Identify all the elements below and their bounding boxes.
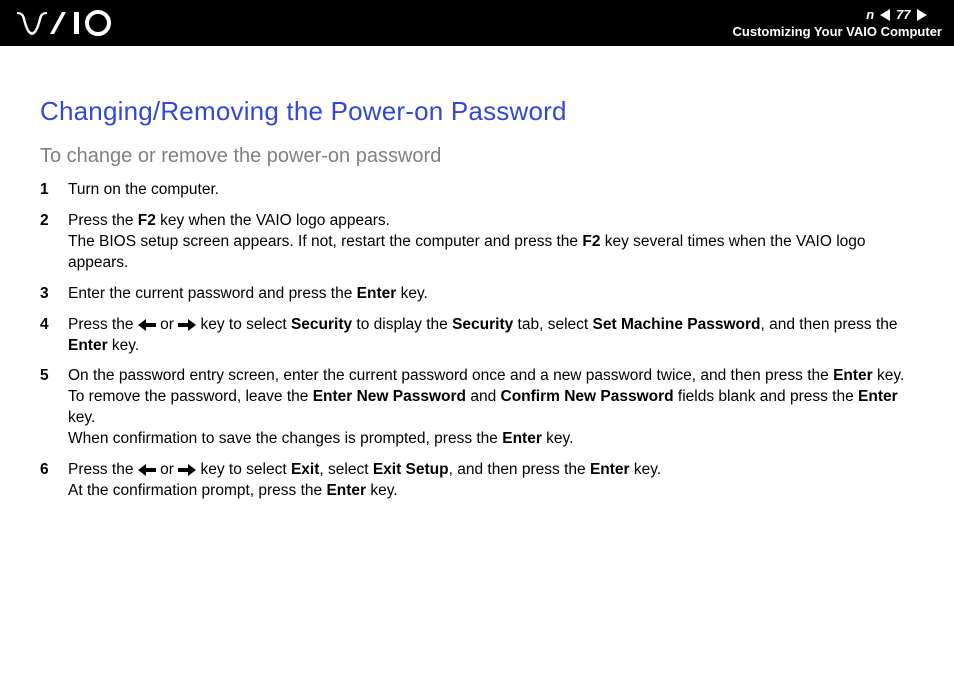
text: key. <box>630 461 662 478</box>
text: On the password entry screen, enter the … <box>68 367 833 384</box>
step-number: 5 <box>40 366 68 450</box>
nav-prev-icon[interactable] <box>880 9 890 21</box>
bold-text: F2 <box>582 233 600 250</box>
step-number: 3 <box>40 284 68 305</box>
bold-text: Security <box>291 316 352 333</box>
text: Press the <box>68 461 138 478</box>
step-text: Turn on the computer. <box>68 180 914 201</box>
bold-text: Exit Setup <box>373 461 449 478</box>
step-item: 4Press the or key to select Security to … <box>40 315 914 357</box>
step-item: 2Press the F2 key when the VAIO logo app… <box>40 211 914 274</box>
text: key. <box>366 482 398 499</box>
nav-next-icon[interactable] <box>917 9 927 21</box>
text: key. <box>873 367 905 384</box>
text: , and then press the <box>761 316 898 333</box>
text: Press the <box>68 212 138 229</box>
text: key. <box>396 285 428 302</box>
step-item: 6Press the or key to select Exit, select… <box>40 460 914 502</box>
arrow-right-icon <box>178 319 196 331</box>
text: Enter the current password and press the <box>68 285 357 302</box>
bold-text: F2 <box>138 212 156 229</box>
header-bar: n 77 N Customizing Your VAIO Computer <box>0 0 954 46</box>
text: key to select <box>196 316 291 333</box>
bold-text: Enter <box>590 461 630 478</box>
text: At the confirmation prompt, press the <box>68 482 326 499</box>
bold-text: Enter <box>326 482 366 499</box>
bold-text: Enter <box>502 430 542 447</box>
steps-list: 1Turn on the computer.2Press the F2 key … <box>40 180 914 502</box>
step-number: 1 <box>40 180 68 201</box>
text: key when the VAIO logo appears. <box>156 212 390 229</box>
text: , select <box>319 461 372 478</box>
page-subtitle: To change or remove the power-on passwor… <box>40 145 914 168</box>
text: key. <box>108 337 140 354</box>
text: and <box>466 388 500 405</box>
page-nav: n 77 N <box>866 7 942 22</box>
step-item: 3Enter the current password and press th… <box>40 284 914 305</box>
bold-text: Confirm New Password <box>501 388 674 405</box>
bold-text: Security <box>452 316 513 333</box>
step-text: Enter the current password and press the… <box>68 284 914 305</box>
text: To remove the password, leave the <box>68 388 313 405</box>
text: key to select <box>196 461 291 478</box>
text: , and then press the <box>449 461 590 478</box>
bold-text: Enter <box>833 367 873 384</box>
nav-n-glyph: n <box>866 7 874 22</box>
header-right: n 77 N Customizing Your VAIO Computer <box>733 7 942 39</box>
step-item: 5On the password entry screen, enter the… <box>40 366 914 450</box>
arrow-right-icon <box>178 464 196 476</box>
bold-text: Enter <box>68 337 108 354</box>
text: Turn on the computer. <box>68 181 219 198</box>
section-title: Customizing Your VAIO Computer <box>733 24 942 39</box>
text: key. <box>68 409 95 426</box>
step-number: 6 <box>40 460 68 502</box>
bold-text: Enter <box>357 285 397 302</box>
text: When confirmation to save the changes is… <box>68 430 502 447</box>
text: fields blank and press the <box>674 388 858 405</box>
text: or <box>156 316 178 333</box>
text: to display the <box>352 316 452 333</box>
arrow-left-icon <box>138 464 156 476</box>
step-text: On the password entry screen, enter the … <box>68 366 914 450</box>
vaio-logo <box>16 10 136 36</box>
text: The BIOS setup screen appears. If not, r… <box>68 233 582 250</box>
content-area: Changing/Removing the Power-on Password … <box>0 46 954 502</box>
step-number: 4 <box>40 315 68 357</box>
page-title: Changing/Removing the Power-on Password <box>40 96 914 127</box>
bold-text: Set Machine Password <box>593 316 761 333</box>
step-number: 2 <box>40 211 68 274</box>
page-number: 77 <box>896 7 910 22</box>
bold-text: Exit <box>291 461 319 478</box>
bold-text: Enter <box>858 388 898 405</box>
text: or <box>156 461 178 478</box>
step-text: Press the or key to select Security to d… <box>68 315 914 357</box>
bold-text: Enter New Password <box>313 388 466 405</box>
step-text: Press the or key to select Exit, select … <box>68 460 914 502</box>
arrow-left-icon <box>138 319 156 331</box>
text: key. <box>542 430 574 447</box>
step-item: 1Turn on the computer. <box>40 180 914 201</box>
text: Press the <box>68 316 138 333</box>
text: tab, select <box>513 316 592 333</box>
step-text: Press the F2 key when the VAIO logo appe… <box>68 211 914 274</box>
